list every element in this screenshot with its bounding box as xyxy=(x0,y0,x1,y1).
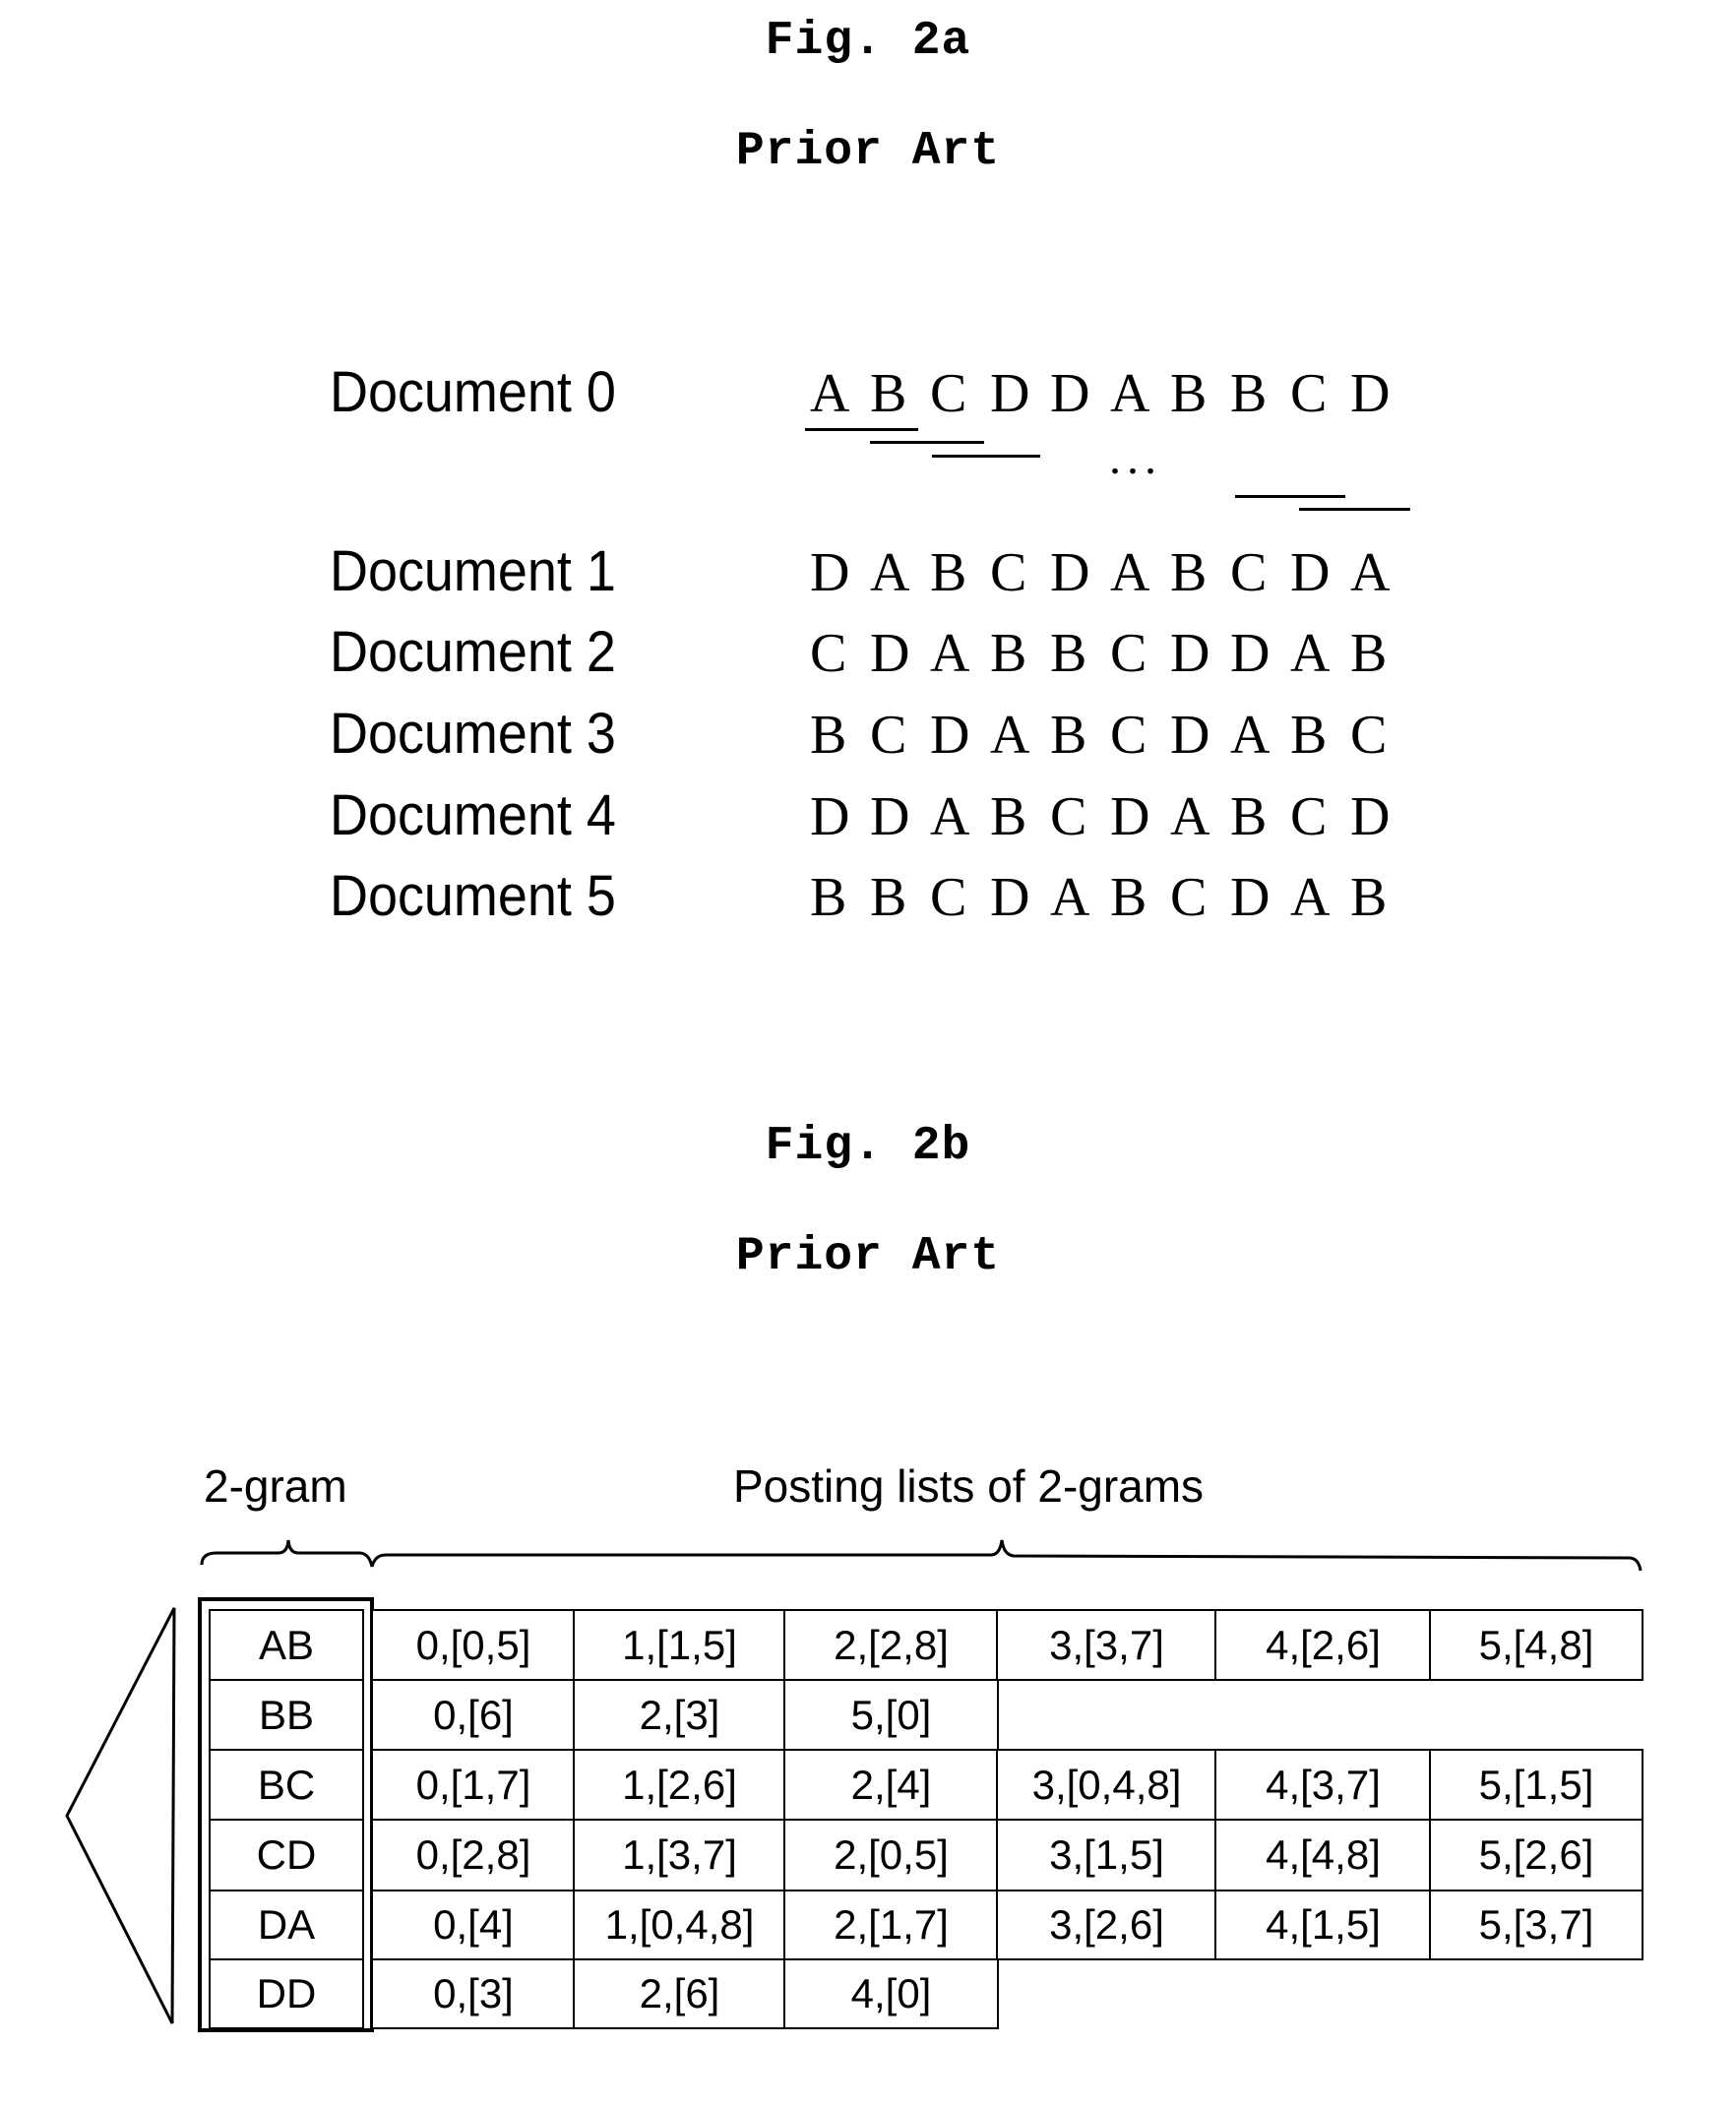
posting-cell: 4,[2,6] xyxy=(1214,1609,1432,1681)
posting-cell: 5,[1,5] xyxy=(1429,1749,1643,1821)
posting-cell: 4,[1,5] xyxy=(1214,1890,1432,1960)
posting-cell: 3,[0,4,8] xyxy=(996,1749,1217,1821)
posting-cell: 2,[3] xyxy=(573,1679,786,1751)
index-triangle xyxy=(65,1607,176,2024)
posting-cell: 2,[1,7] xyxy=(783,1890,999,1960)
posting-cell: 0,[2,8] xyxy=(371,1819,576,1891)
posting-cell: 4,[3,7] xyxy=(1214,1749,1432,1821)
posting-cell: 5,[0] xyxy=(783,1679,999,1751)
posting-cell: 3,[1,5] xyxy=(996,1819,1217,1891)
posting-cell: 5,[3,7] xyxy=(1429,1890,1643,1960)
posting-cell: 0,[0,5] xyxy=(371,1609,576,1681)
posting-cell: 0,[3] xyxy=(371,1958,576,2029)
gram-brace xyxy=(200,1539,374,1568)
posting-cell: 3,[3,7] xyxy=(996,1609,1217,1681)
posting-cell: 5,[2,6] xyxy=(1429,1819,1643,1891)
posting-cell: 3,[2,6] xyxy=(996,1890,1217,1960)
posting-cell: 0,[4] xyxy=(371,1890,576,1960)
posting-cell: 2,[2,8] xyxy=(783,1609,999,1681)
gram-cell: CD xyxy=(209,1819,364,1891)
posting-cell: 4,[4,8] xyxy=(1214,1819,1432,1891)
posting-cell: 4,[0] xyxy=(783,1958,999,2029)
gram-cell: BB xyxy=(209,1679,364,1751)
posting-cell: 2,[6] xyxy=(573,1958,786,2029)
gram-cell: DD xyxy=(209,1958,364,2029)
posting-cell: 1,[2,6] xyxy=(573,1749,786,1821)
posting-cell: 5,[4,8] xyxy=(1429,1609,1643,1681)
gram-cell: DA xyxy=(209,1890,364,1960)
posting-cell: 2,[0,5] xyxy=(783,1819,999,1891)
posting-cell: 2,[4] xyxy=(783,1749,999,1821)
posting-cell: 0,[1,7] xyxy=(371,1749,576,1821)
postings-brace xyxy=(370,1539,1643,1572)
posting-cell: 1,[3,7] xyxy=(573,1819,786,1891)
posting-cell: 0,[6] xyxy=(371,1679,576,1751)
posting-cell: 1,[1,5] xyxy=(573,1609,786,1681)
gram-cell: BC xyxy=(209,1749,364,1821)
posting-cell: 1,[0,4,8] xyxy=(573,1890,786,1960)
gram-cell: AB xyxy=(209,1609,364,1681)
